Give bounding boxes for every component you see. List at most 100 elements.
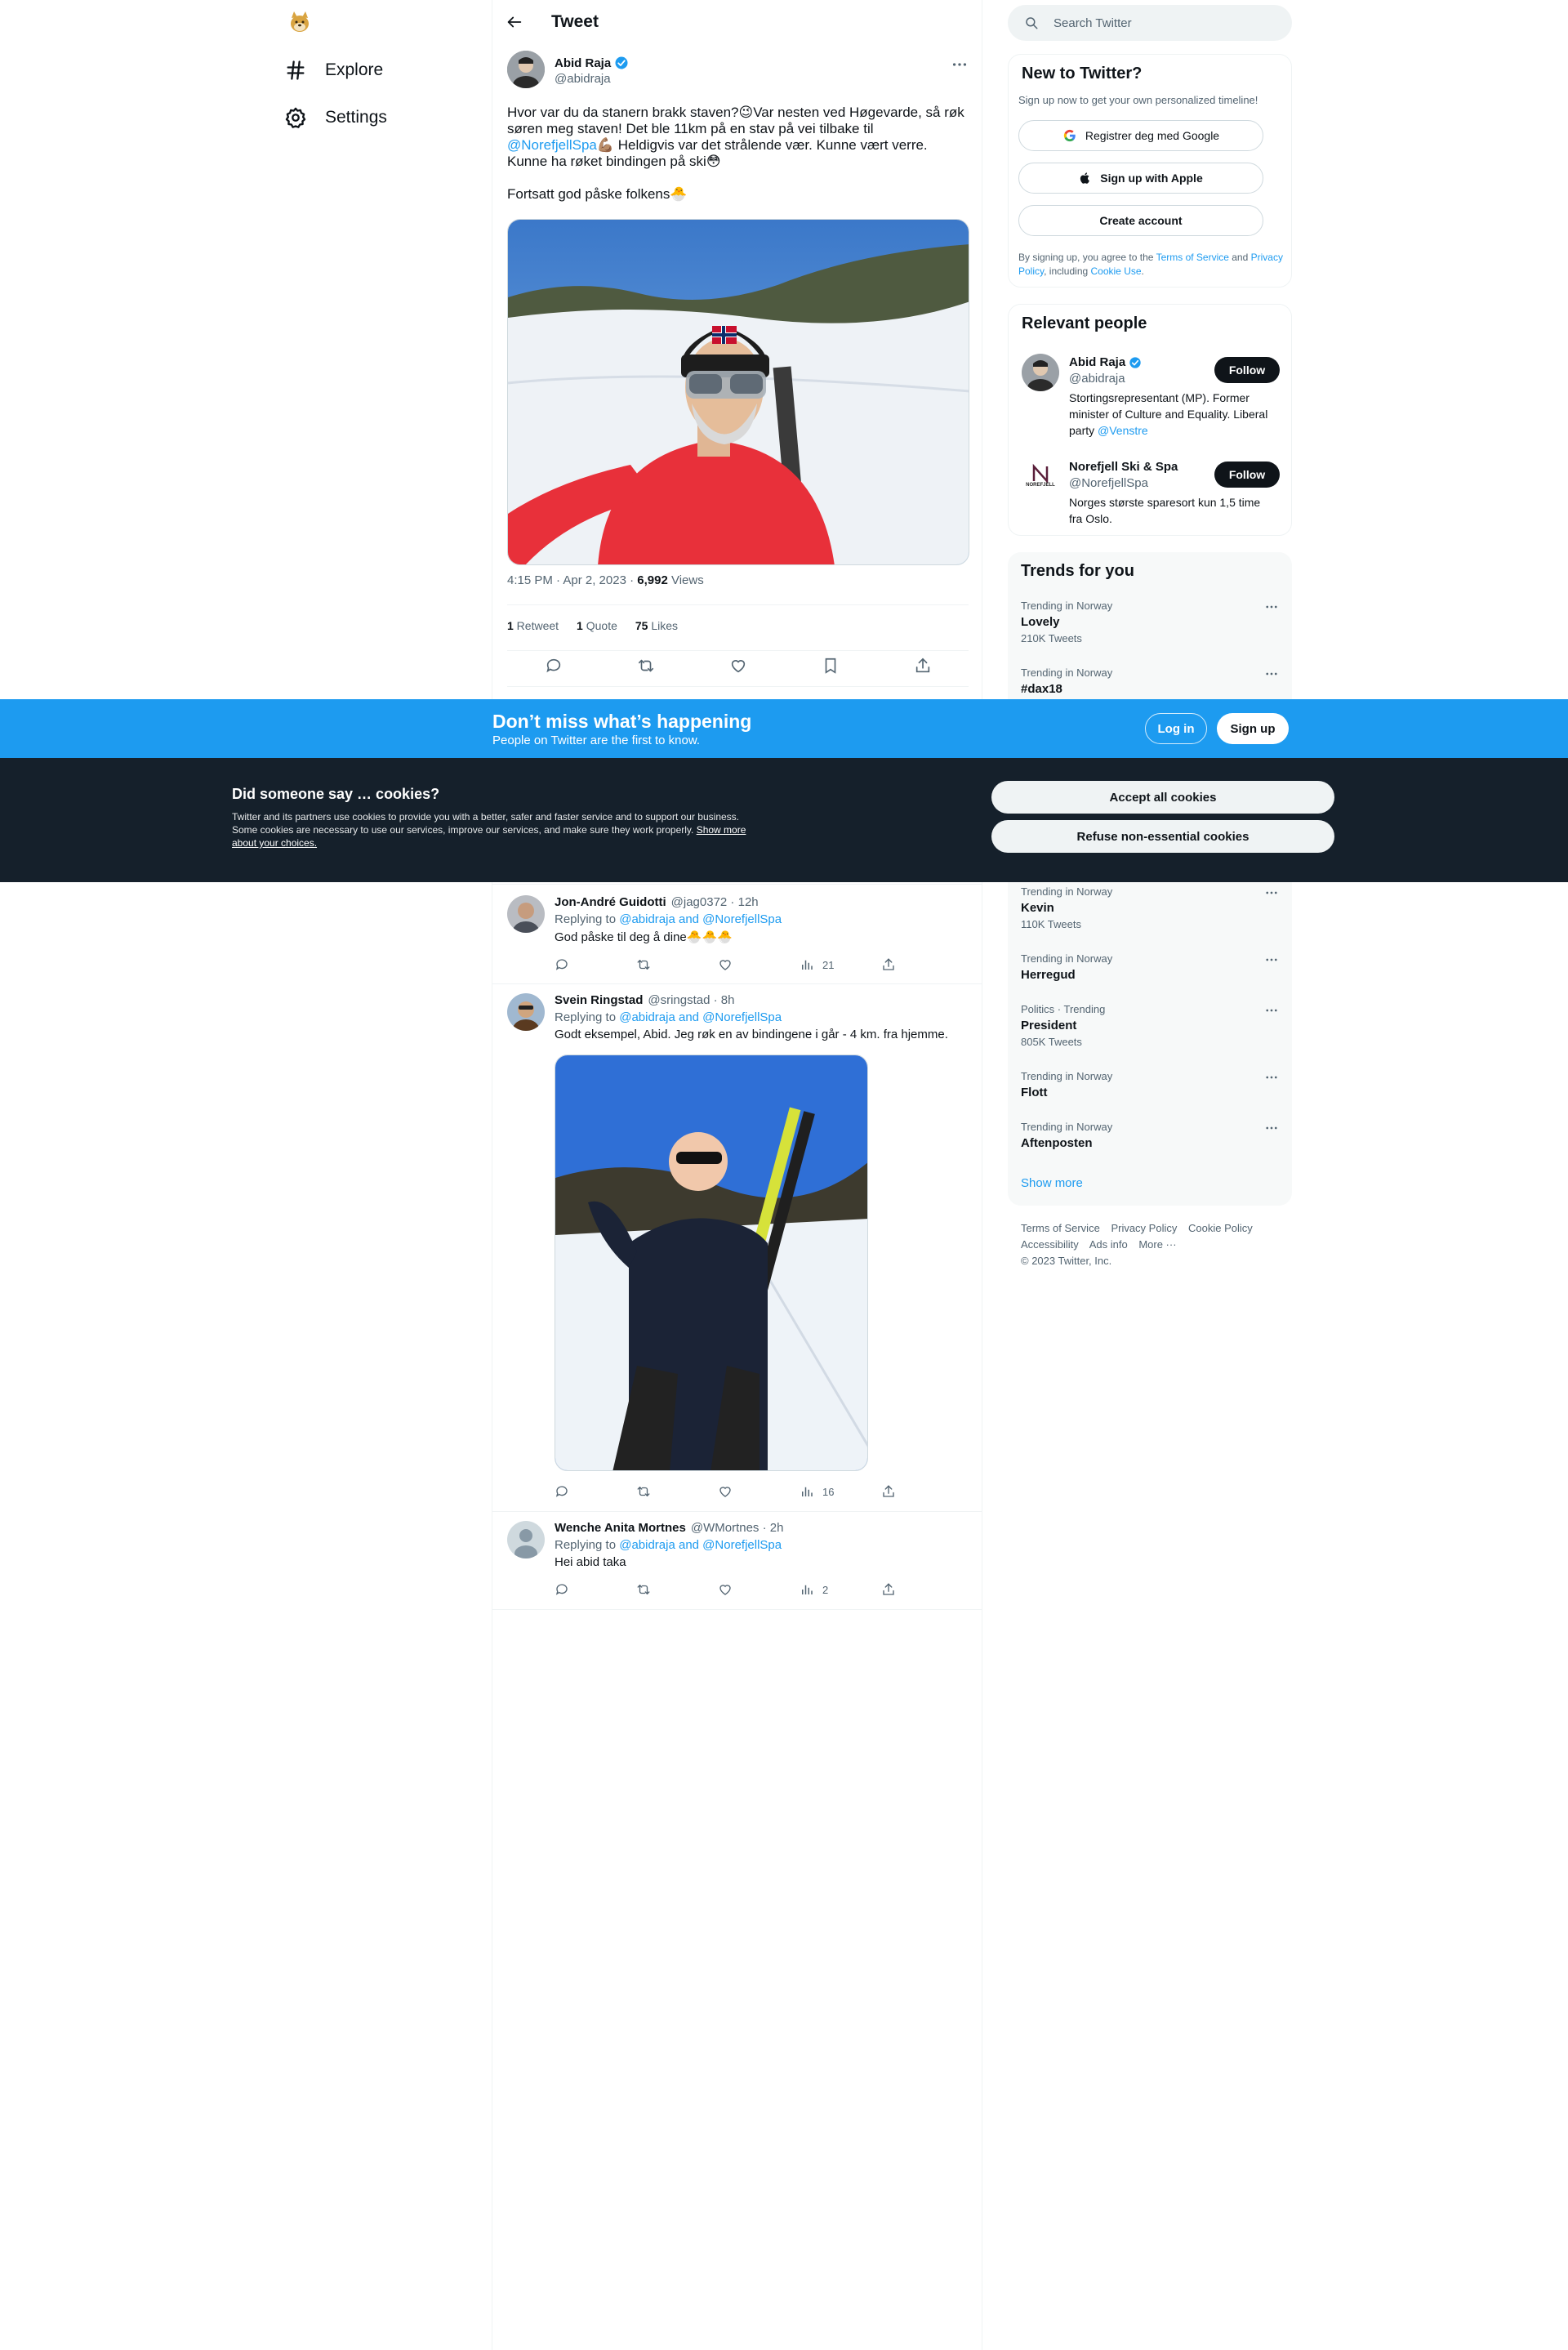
more-options-icon[interactable] — [1264, 1070, 1279, 1085]
more-options-icon[interactable] — [1264, 952, 1279, 967]
more-options-icon[interactable] — [1264, 885, 1279, 900]
retweet-button[interactable] — [636, 1582, 718, 1597]
retweet-icon[interactable] — [637, 657, 655, 675]
share-button[interactable] — [881, 957, 963, 972]
search-input[interactable]: Search Twitter — [1008, 5, 1292, 41]
quotes-count: 1 — [577, 619, 583, 632]
reply-icon — [555, 1582, 569, 1597]
reply-button[interactable] — [555, 1484, 636, 1499]
reply-icon[interactable] — [545, 657, 563, 675]
trend-context: Trending in Norway — [1021, 952, 1113, 965]
create-account-button[interactable]: Create account — [1018, 205, 1263, 236]
reply-tweet-2[interactable]: Svein Ringstad @sringstad · 8h Replying t… — [507, 993, 969, 1499]
like-heart-icon[interactable] — [729, 657, 747, 675]
retweets-stat[interactable]: 1 Retweet — [507, 619, 559, 632]
like-button[interactable] — [718, 1484, 800, 1499]
accept-cookies-button[interactable]: Accept all cookies — [991, 781, 1334, 814]
person-handle: @NorefjellSpa — [1069, 476, 1148, 490]
quotes-stat[interactable]: 1 Quote — [577, 619, 617, 632]
views-button[interactable]: 16 — [800, 1484, 881, 1499]
trend-item[interactable]: Trending in Norway Aftenposten — [1021, 1121, 1279, 1150]
likes-stat[interactable]: 75 Likes — [635, 619, 678, 632]
page-title: Tweet — [551, 12, 599, 31]
signup-button[interactable]: Sign up — [1217, 713, 1289, 744]
retweet-button[interactable] — [636, 1484, 718, 1499]
replying-to-link[interactable]: @abidraja and @NorefjellSpa — [619, 1538, 782, 1552]
more-options-icon[interactable] — [951, 56, 969, 74]
back-arrow-icon[interactable] — [506, 13, 523, 31]
tweet-timestamp[interactable]: 4:15 PM · Apr 2, 2023 · — [507, 573, 637, 587]
default-avatar-icon[interactable] — [507, 1521, 545, 1558]
mention-link[interactable]: @NorefjellSpa — [507, 137, 597, 153]
footer-terms-link[interactable]: Terms of Service — [1021, 1222, 1100, 1234]
trend-item[interactable]: Trending in Norway Kevin 110K Tweets — [1021, 885, 1279, 930]
footer-accessibility-link[interactable]: Accessibility — [1021, 1238, 1079, 1251]
retweet-icon — [636, 957, 651, 972]
person-name[interactable]: Abid Raja — [1069, 355, 1125, 369]
google-signup-button[interactable]: Registrer deg med Google — [1018, 120, 1263, 151]
footer-ads-link[interactable]: Ads info — [1089, 1238, 1128, 1251]
follow-button[interactable]: Follow — [1214, 357, 1280, 383]
login-button[interactable]: Log in — [1145, 713, 1207, 744]
reply-tweet-3[interactable]: Wenche Anita Mortnes @WMortnes · 2h Reply… — [507, 1521, 969, 1597]
reply-tweet-1[interactable]: Jon-André Guidotti @jag0372 · 12h Replyin… — [507, 895, 969, 972]
more-options-icon[interactable] — [1264, 667, 1279, 681]
follow-button[interactable]: Follow — [1214, 462, 1280, 488]
avatar[interactable] — [507, 51, 545, 88]
share-button[interactable] — [881, 1484, 963, 1499]
nav-explore[interactable]: Explore — [284, 59, 383, 82]
google-signup-label: Registrer deg med Google — [1085, 129, 1220, 142]
cookie-use-link[interactable]: Cookie Use — [1091, 265, 1142, 277]
trend-item[interactable]: Trending in Norway Herregud — [1021, 952, 1279, 982]
avatar[interactable] — [507, 895, 545, 933]
more-options-icon[interactable] — [1264, 1003, 1279, 1018]
bio-mention-link[interactable]: @Venstre — [1098, 424, 1148, 437]
reply-button[interactable] — [555, 957, 636, 972]
trend-item[interactable]: Trending in Norway Lovely 210K Tweets — [1021, 600, 1279, 644]
reply-button[interactable] — [555, 1582, 636, 1597]
more-options-icon[interactable] — [1264, 600, 1279, 614]
nav-settings-label: Settings — [325, 108, 387, 127]
trend-item[interactable]: Politics · Trending President 805K Tweet… — [1021, 1003, 1279, 1048]
retweet-button[interactable] — [636, 957, 718, 972]
show-more-link[interactable]: Show more — [1021, 1176, 1083, 1190]
more-options-icon[interactable] — [1264, 1121, 1279, 1135]
views-button[interactable]: 21 — [800, 957, 881, 972]
share-button[interactable] — [881, 1582, 963, 1597]
views-button[interactable]: 2 — [800, 1582, 881, 1597]
avatar[interactable] — [507, 993, 545, 1031]
apple-signup-button[interactable]: Sign up with Apple — [1018, 163, 1263, 194]
norefjell-logo[interactable]: NOREFJELL — [1022, 458, 1059, 496]
reply-author-name[interactable]: Jon-André Guidotti — [555, 895, 666, 909]
bookmark-icon[interactable] — [822, 657, 840, 675]
like-button[interactable] — [718, 1582, 800, 1597]
signup-banner: Don’t miss what’s happening People on Tw… — [0, 699, 1568, 758]
avatar[interactable] — [1022, 354, 1059, 391]
doge-logo-icon[interactable] — [287, 10, 312, 34]
banner-subtitle: People on Twitter are the first to know. — [492, 734, 701, 747]
nav-settings[interactable]: Settings — [284, 106, 387, 129]
trend-item[interactable]: Trending in Norway Flott — [1021, 1070, 1279, 1099]
replying-to-link[interactable]: @abidraja and @NorefjellSpa — [619, 1010, 782, 1024]
footer-more-link[interactable]: More ··· — [1138, 1238, 1176, 1251]
refuse-cookies-button[interactable]: Refuse non-essential cookies — [991, 820, 1334, 853]
like-button[interactable] — [718, 957, 800, 972]
share-icon[interactable] — [914, 657, 932, 675]
reply-author-name[interactable]: Svein Ringstad — [555, 993, 643, 1007]
tweet-author[interactable]: Abid Raja @abidraja — [507, 51, 969, 88]
replying-to-link[interactable]: @abidraja and @NorefjellSpa — [619, 912, 782, 926]
terms-link[interactable]: Terms of Service — [1156, 252, 1229, 263]
tweet-photo[interactable] — [507, 219, 969, 565]
legal-period: . — [1141, 265, 1144, 277]
replying-prefix: Replying to — [555, 912, 620, 926]
trend-name: Herregud — [1021, 968, 1076, 982]
author-name[interactable]: Abid Raja — [555, 56, 611, 70]
reply-photo[interactable] — [555, 1055, 868, 1471]
person-name[interactable]: Norefjell Ski & Spa — [1069, 460, 1178, 474]
footer-cookie-link[interactable]: Cookie Policy — [1188, 1222, 1253, 1234]
trend-name: Aftenposten — [1021, 1136, 1093, 1150]
footer-privacy-link[interactable]: Privacy Policy — [1111, 1222, 1177, 1234]
trend-item[interactable]: Trending in Norway #dax18 — [1021, 667, 1279, 696]
legal-and: and — [1228, 252, 1251, 263]
reply-author-name[interactable]: Wenche Anita Mortnes — [555, 1521, 686, 1535]
